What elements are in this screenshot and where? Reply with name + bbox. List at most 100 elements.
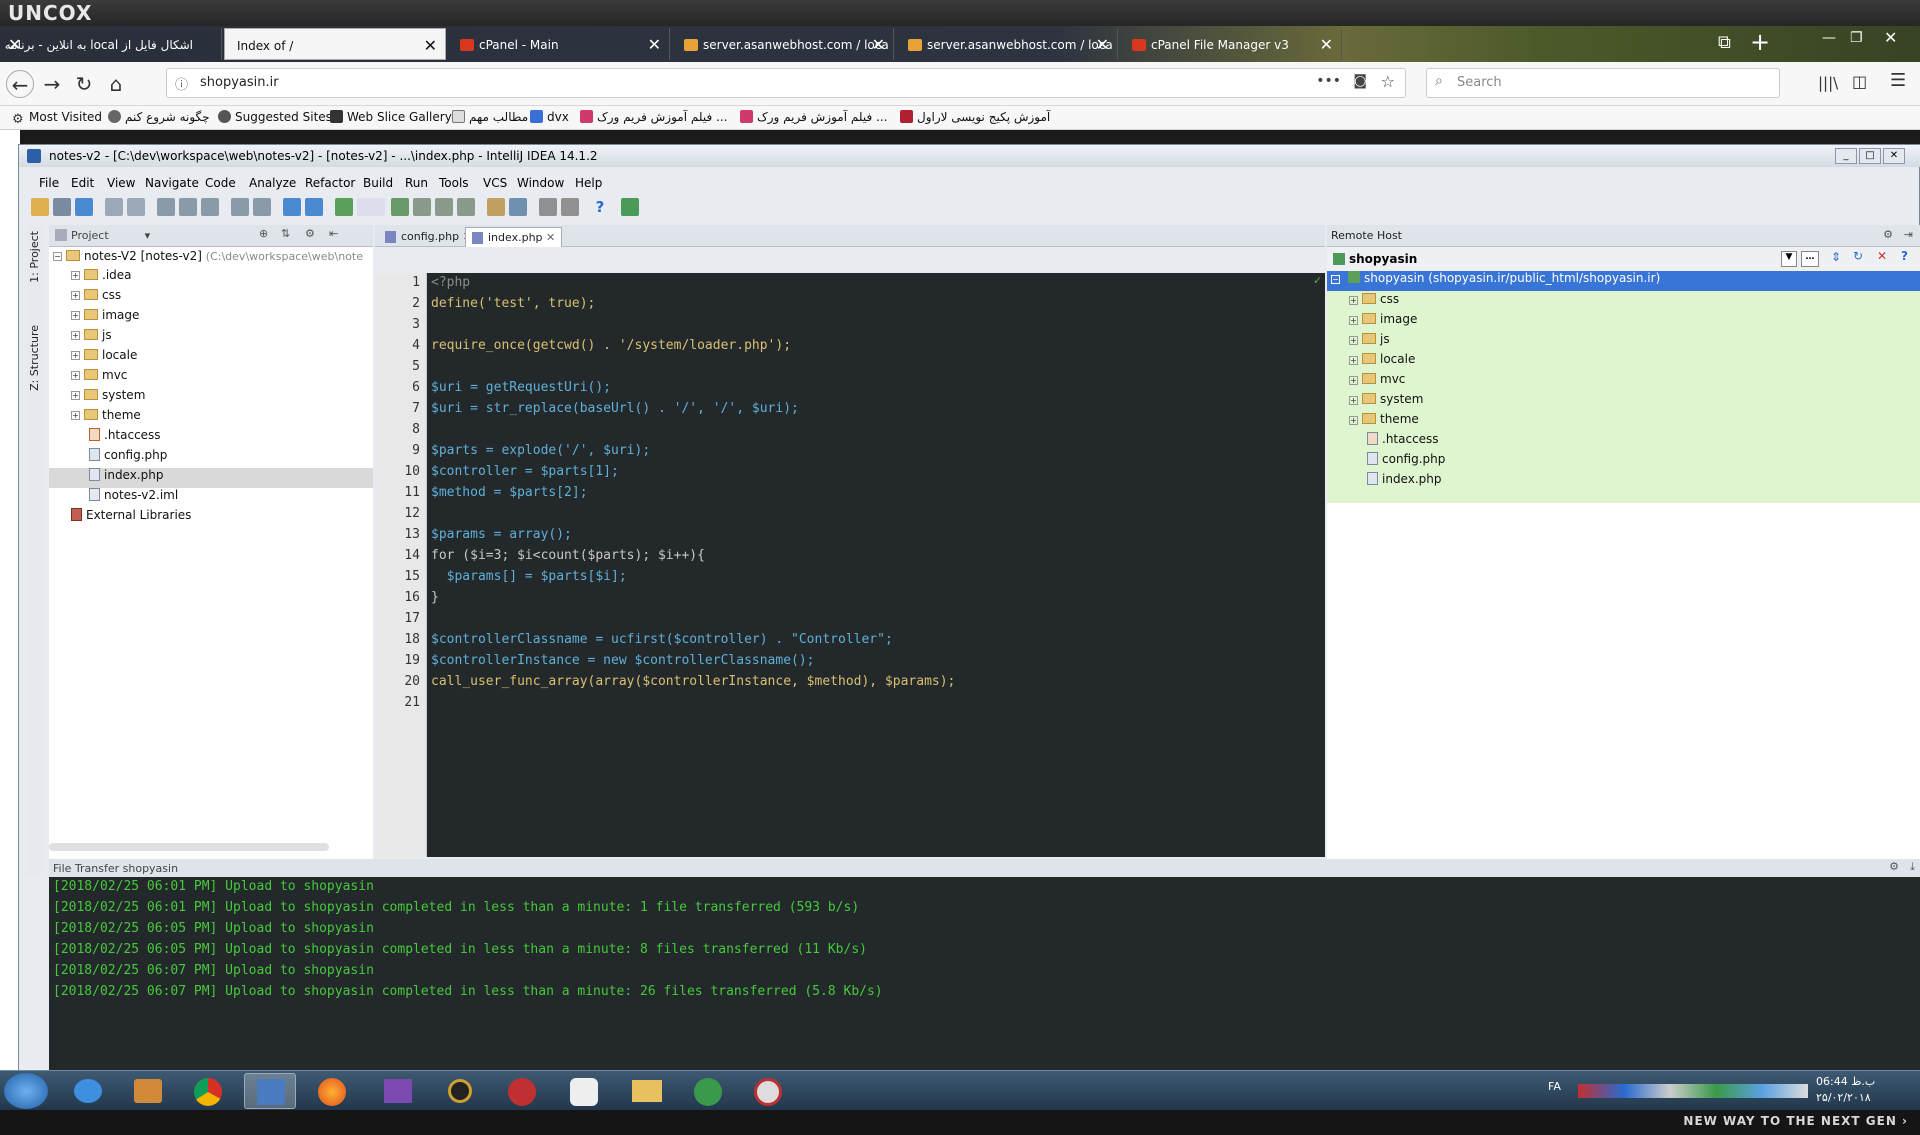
collapse-icon[interactable]: ⇅ [281,227,290,240]
bookmark-item[interactable]: Web Slice Gallery [330,110,452,124]
bookmark-item[interactable]: Suggested Sites [218,110,332,124]
browser-tab-0[interactable]: اشکال فایل از local به انلاین - برنامه ن… [2,28,222,60]
browser-tab-5[interactable]: cPanel File Manager v3 ✕ [1120,28,1342,60]
cut-icon[interactable] [157,198,175,216]
remote-tree-item[interactable]: + js [1349,332,1390,352]
chevron-down-icon[interactable]: ▾ [145,229,151,242]
close-tab-icon[interactable]: ✕ [546,231,555,244]
visual-studio-icon[interactable] [372,1073,424,1109]
project-pane-label[interactable]: Project [71,229,109,242]
bookmark-item[interactable]: آموزش پکیج نویسی لاراول [900,110,1050,124]
help-icon[interactable]: ? [1901,249,1908,263]
browser-tab-3[interactable]: server.asanwebhost.com / loca ✕ [672,28,894,60]
replace-icon[interactable] [253,198,271,216]
tree-item[interactable]: + locale [71,348,137,368]
tab-config-php[interactable]: config.php ✕ [379,227,478,247]
locate-icon[interactable]: ⊕ [259,227,268,240]
save-icon[interactable] [53,198,71,216]
deploy-icon[interactable] [621,198,639,216]
library-icon[interactable]: |||\ [1818,74,1838,92]
horizontal-scrollbar[interactable] [49,843,329,851]
undo-icon[interactable] [105,198,123,216]
bookmark-item[interactable]: dvx [530,110,569,124]
remote-tree-item[interactable]: + locale [1349,352,1415,372]
bookmark-item[interactable]: چگونه شروع کنم [108,110,210,124]
close-window-icon[interactable]: ✕ [1884,28,1897,47]
close-tab-icon[interactable]: ✕ [648,35,661,54]
close-tab-icon[interactable]: ✕ [1320,35,1333,54]
browser-tab-1[interactable]: Index of / ✕ [224,28,446,60]
browse-icon[interactable]: … [1801,251,1819,267]
hide-icon[interactable]: ⇤ [329,227,338,240]
project-root[interactable]: − notes-V2 [notes-v2] (C:\dev\workspace\w… [53,249,363,269]
code-editor[interactable]: ✓ <?php define('test', true); require_once… [427,273,1325,857]
remote-tree-item[interactable]: + theme [1349,412,1419,432]
browser-tab-4[interactable]: server.asanwebhost.com / loca ✕ [896,28,1118,60]
sidebar-icon[interactable]: ◫ [1852,72,1867,91]
tree-item[interactable]: + theme [71,408,141,428]
profile-icon[interactable] [457,198,475,216]
close-tab-icon[interactable]: ✕ [872,35,885,54]
sync-icon[interactable] [75,198,93,216]
menu-tools[interactable]: Tools [439,176,469,190]
tool-tab-structure[interactable]: Z: Structure [28,325,41,391]
menu-file[interactable]: File [39,176,59,190]
remote-tree-item[interactable]: index.php [1367,472,1441,492]
remote-tree-item[interactable]: + css [1349,292,1399,312]
firefox-icon[interactable] [306,1073,358,1109]
maximize-icon[interactable]: □ [1859,148,1881,164]
intellij-taskbar-icon[interactable] [244,1073,296,1109]
open-icon[interactable] [31,198,49,216]
refresh-icon[interactable]: ↻ [1853,249,1863,263]
tree-item[interactable]: + .idea [71,268,132,288]
remote-tree-item[interactable]: + image [1349,312,1417,332]
hide-icon[interactable]: ⇥ [1904,228,1913,241]
coverage-icon[interactable] [435,198,453,216]
minimize-icon[interactable]: _ [1835,148,1857,164]
debug-icon[interactable] [413,198,431,216]
media-player-icon[interactable] [122,1073,174,1109]
project-structure-icon[interactable] [509,198,527,216]
find-icon[interactable] [231,198,249,216]
forward-icon[interactable]: → [38,70,66,98]
settings-icon[interactable] [487,198,505,216]
minimize-icon[interactable]: — [1822,30,1836,46]
bookmark-item[interactable]: فیلم آموزش فریم ورک ... [580,110,727,124]
chrome-icon[interactable] [182,1073,234,1109]
menu-edit[interactable]: Edit [71,176,94,190]
redo-icon[interactable] [127,198,145,216]
gear-icon[interactable]: ⚙ [305,227,315,240]
bookmark-star-icon[interactable]: ☆ [1381,72,1395,91]
menu-run[interactable]: Run [405,176,428,190]
ie-icon[interactable] [62,1073,114,1109]
menu-vcs[interactable]: VCS [483,176,507,190]
tree-item-selected[interactable]: index.php [49,468,373,488]
app-icon[interactable] [558,1073,610,1109]
remote-tree-item[interactable]: + system [1349,392,1423,412]
browser-tab-2[interactable]: cPanel - Main ✕ [448,28,670,60]
search-input[interactable]: ⌕ Search [1426,68,1780,98]
menu-code[interactable]: Code [205,176,236,190]
bookmark-item[interactable]: فیلم آموزش فریم ورک ... [740,110,887,124]
close-tab-icon[interactable]: ✕ [1096,35,1109,54]
remote-tree-item[interactable]: + mvc [1349,372,1405,392]
reload-icon[interactable]: ↻ [70,70,98,98]
page-actions-icon[interactable]: ••• [1316,73,1341,89]
file-explorer-icon[interactable] [620,1073,672,1109]
remote-tree-item[interactable]: config.php [1367,452,1445,472]
back-nav-icon[interactable] [283,198,301,216]
copy-icon[interactable] [179,198,197,216]
remote-tree-item[interactable]: .htaccess [1367,432,1439,452]
tool-tab-project[interactable]: 1: Project [28,231,41,283]
tree-item[interactable]: + mvc [71,368,127,388]
chevron-down-icon[interactable]: ▼ [1781,251,1797,267]
menu-window[interactable]: Window [517,176,564,190]
hide-icon[interactable]: ⤓ [1910,860,1915,874]
info-icon[interactable]: ⓘ [175,74,188,93]
gear-icon[interactable]: ⚙ [1889,860,1899,873]
language-indicator[interactable]: FA [1548,1080,1561,1093]
run-icon[interactable] [391,198,409,216]
forward-nav-icon[interactable] [305,198,323,216]
make-icon[interactable] [335,198,353,216]
menu-navigate[interactable]: Navigate [145,176,199,190]
